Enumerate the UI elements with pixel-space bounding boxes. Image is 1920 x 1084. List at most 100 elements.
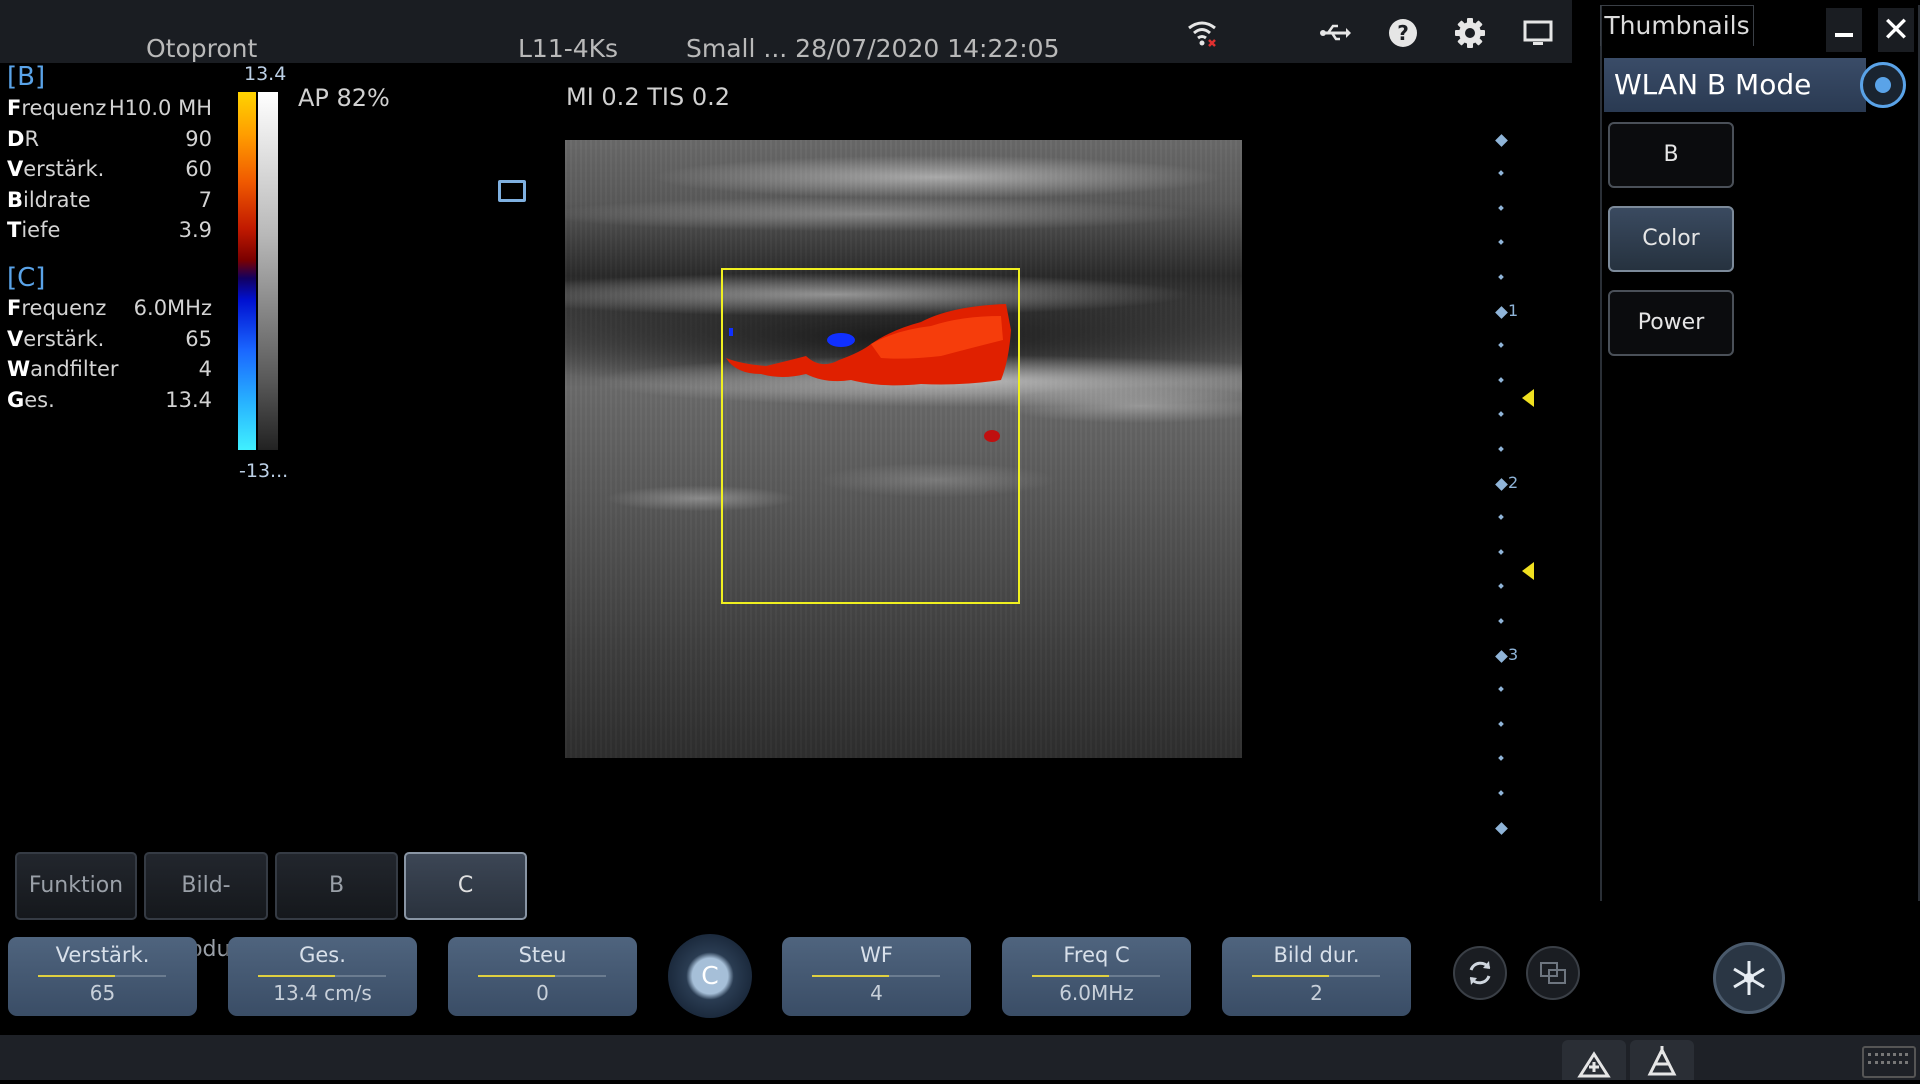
depth-tick [1498,170,1504,177]
knob-label: Freq C [1063,943,1130,967]
persistence-knob[interactable]: Bild dur. 2 [1222,937,1411,1016]
param-row: Frequenz 6.0MHz [7,296,212,324]
depth-tick [1498,514,1504,521]
monitor-icon[interactable] [1521,16,1555,50]
depth-tick [1498,548,1504,555]
param-label: DR [7,126,40,151]
refresh-icon[interactable] [1453,946,1507,1000]
knob-value: 13.4 cm/s [273,981,372,1005]
mode-b-button[interactable]: B [1608,122,1734,188]
param-label: Tiefe [7,218,61,242]
param-value: 60 [185,157,212,181]
param-value: 6.0MHz [133,296,212,320]
knob-value: 0 [536,981,549,1005]
minimize-icon[interactable] [1826,8,1862,52]
depth-tick [1498,789,1504,796]
param-label: Wandfilter [7,357,119,381]
color-roi-box[interactable] [721,268,1020,604]
depth-tick [1498,720,1504,727]
svg-text:?: ? [1397,21,1409,45]
knob-value: 6.0MHz [1059,981,1134,1005]
wlan-mode-title: WLAN B Mode [1604,58,1866,112]
param-label: Frequenz [7,96,107,120]
param-label: Verstärk. [7,157,105,181]
freeze-icon[interactable] [1713,942,1785,1014]
depth-tick [1498,755,1504,762]
param-value: 65 [185,326,212,351]
depth-tick [1498,376,1504,383]
focus-marker[interactable] [1522,562,1534,580]
usb-icon[interactable] [1318,16,1352,50]
colorbar-min: -13... [239,460,289,482]
gear-icon[interactable] [1453,16,1487,50]
knob-value: 65 [89,981,116,1005]
depth-tick [1498,239,1504,246]
depth-tick [1495,306,1508,319]
dual-view-icon[interactable] [1526,946,1580,1000]
param-label: Ges. [7,387,55,412]
tab-funktion[interactable]: Funktion [15,852,137,920]
param-row: Frequenz H10.0 MH [7,96,212,124]
depth-tick [1498,445,1504,452]
tab-b[interactable]: B [275,852,398,920]
top-bar: Otopront L11-4Ks Small ... 28/07/2020 14… [0,0,1572,63]
wifi-icon[interactable] [1185,16,1219,50]
knob-label: Bild dur. [1273,943,1360,967]
knob-label: Verstärk. [55,943,150,967]
mode-color-button[interactable]: Color [1608,206,1734,272]
velocity-color-bar [238,92,256,450]
depth-tick [1495,134,1508,147]
gray-scale-bar [258,92,278,450]
depth-label-2: 2 [1508,473,1519,492]
param-row: Bildrate 7 [7,188,212,216]
image-marker-icon[interactable] [498,180,526,202]
param-label: Frequenz [7,296,107,320]
color-mode-button[interactable]: C [668,934,752,1018]
steer-knob[interactable]: Steu 0 [448,937,637,1016]
acoustic-power: AP 82% [298,84,390,112]
depth-tick [1498,411,1504,418]
probe-name: L11-4Ks [518,34,619,63]
focus-marker[interactable] [1522,389,1534,407]
param-row: Wandfilter 4 [7,357,212,385]
depth-tick [1495,822,1508,835]
param-value: 4 [198,357,212,381]
keyboard-icon[interactable] [1862,1046,1916,1078]
param-row: DR 90 [7,127,212,155]
tab-c[interactable]: C [404,852,527,920]
c-mode-header: [C] [7,263,46,293]
param-value: 90 [185,126,212,151]
param-row: Verstärk. 65 [7,327,212,355]
scale-knob[interactable]: Ges. 13.4 cm/s [228,937,417,1016]
depth-tick [1498,273,1504,280]
depth-label-1: 1 [1508,301,1519,320]
param-value: H10.0 MH [108,96,212,120]
mode-power-button[interactable]: Power [1608,290,1734,356]
param-label: Bildrate [7,187,91,212]
param-row: Ges. 13.4 [7,388,212,416]
knob-label: Steu [518,943,567,967]
gain-knob[interactable]: Verstärk. 65 [8,937,197,1016]
depth-tick [1498,342,1504,349]
annotation-icon[interactable] [1630,1040,1694,1080]
depth-tick [1498,617,1504,624]
b-mode-header: [B] [7,62,46,92]
knob-label: WF [860,943,893,967]
param-row: Verstärk. 60 [7,157,212,185]
knob-label: Ges. [299,943,346,967]
measure-icon[interactable] [1562,1040,1626,1080]
target-icon[interactable] [1860,62,1906,108]
color-frequency-knob[interactable]: Freq C 6.0MHz [1002,937,1191,1016]
close-icon[interactable]: ✕ [1878,8,1914,52]
help-icon[interactable]: ? [1386,16,1420,50]
thumbnails-tab[interactable]: Thumbnails [1600,5,1754,46]
depth-tick [1495,650,1508,663]
preset-datetime: Small ... 28/07/2020 14:22:05 [686,34,1060,63]
wall-filter-knob[interactable]: WF 4 [782,937,971,1016]
depth-tick [1498,686,1504,693]
mi-tis-index: MI 0.2 TIS 0.2 [566,83,730,111]
depth-tick [1498,204,1504,211]
depth-tick [1495,478,1508,491]
patient-name: Otopront [146,34,258,63]
tab-bild-modus[interactable]: Bild-Modus [144,852,268,962]
